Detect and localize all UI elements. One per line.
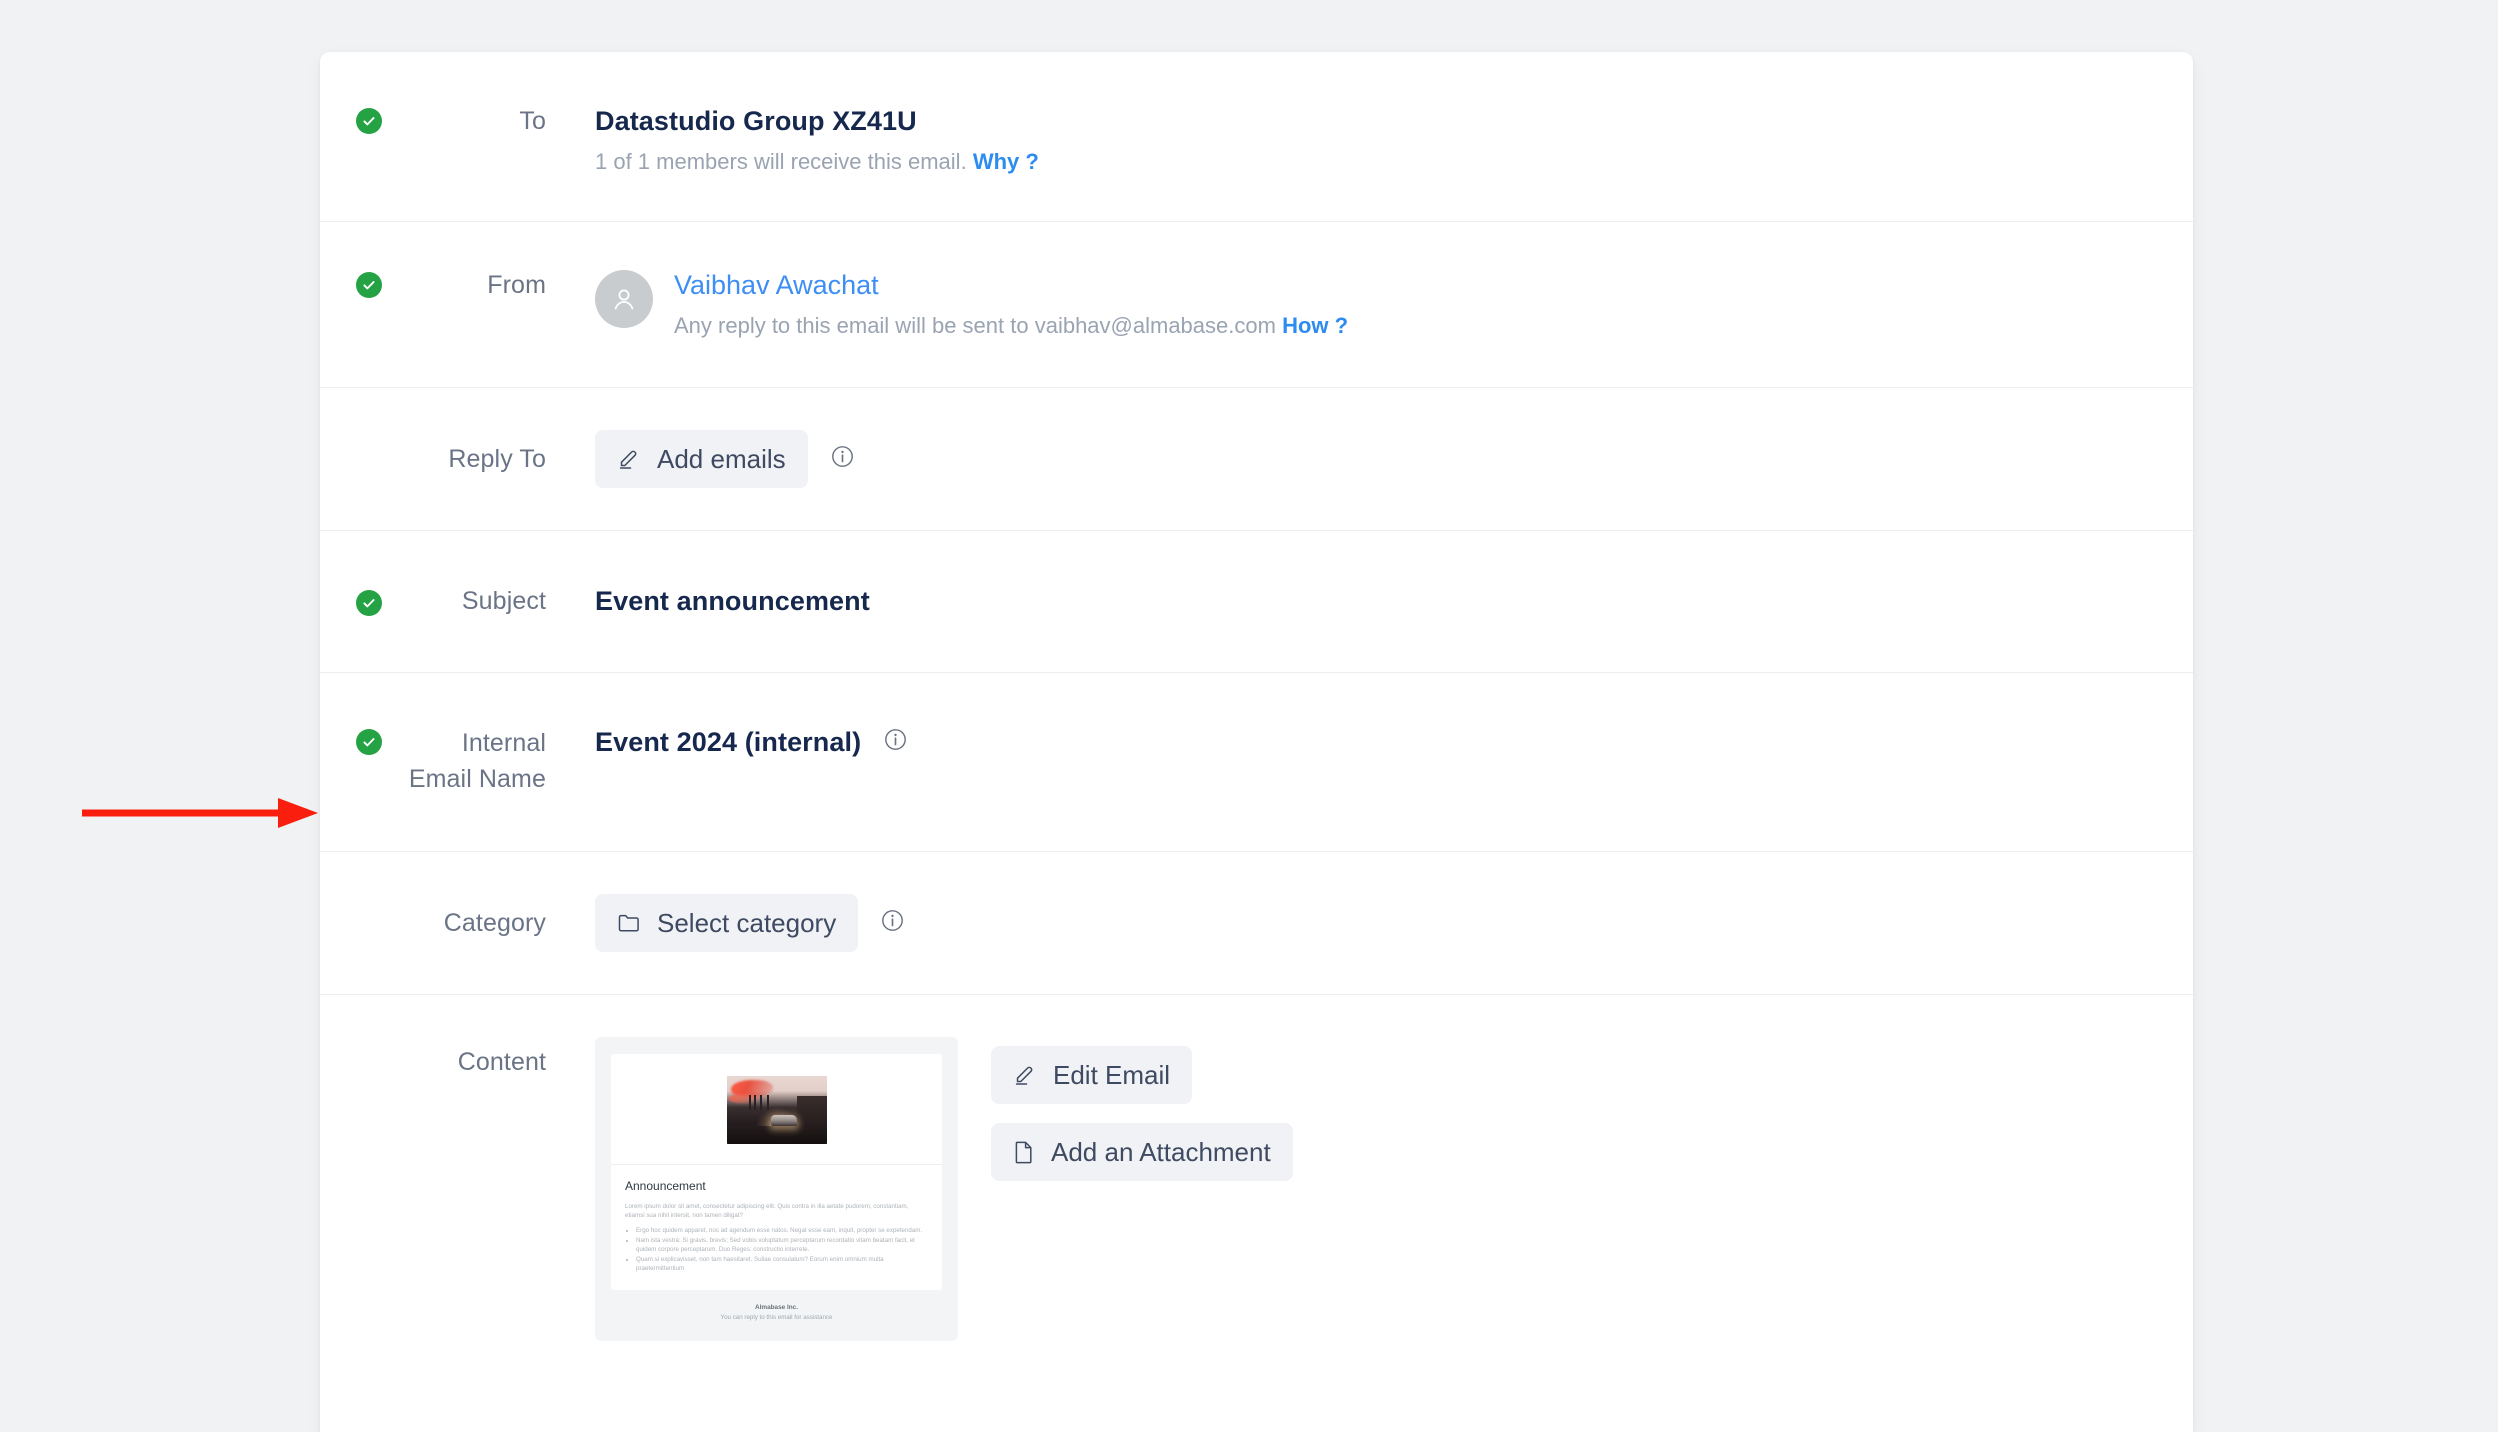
category-status	[320, 921, 382, 925]
category-body: Select category	[546, 894, 2193, 952]
check-icon	[356, 272, 382, 298]
info-icon[interactable]	[830, 444, 855, 474]
internal-email-name-label-line1: Internal	[461, 729, 546, 757]
folder-icon	[617, 912, 641, 934]
category-label: Category	[443, 909, 546, 937]
email-preview-body: Announcement Lorem ipsum dolor sit amet,…	[611, 1165, 942, 1290]
content-body: Announcement Lorem ipsum dolor sit amet,…	[546, 1037, 2193, 1341]
internal-email-name-label-line2: Email Name	[408, 765, 546, 793]
preview-footer-note: You can reply to this email for assistan…	[720, 1314, 833, 1321]
pencil-icon	[1013, 1063, 1037, 1087]
from-sender-name[interactable]: Vaibhav Awachat	[674, 268, 1348, 302]
to-why-link[interactable]: Why ?	[973, 149, 1039, 174]
list-item: Quam si explicavisset, non tam haesitare…	[636, 1255, 928, 1273]
internal-email-name-value: Event 2024 (internal)	[595, 727, 862, 757]
check-icon	[356, 108, 382, 134]
to-body: Datastudio Group XZ41U 1 of 1 members wi…	[546, 104, 2193, 177]
content-status	[320, 1037, 382, 1041]
row-to: To Datastudio Group XZ41U 1 of 1 members…	[320, 52, 2193, 222]
email-preview-thumbnail[interactable]: Announcement Lorem ipsum dolor sit amet,…	[595, 1037, 958, 1341]
info-icon[interactable]	[880, 908, 905, 938]
preview-bullet-list: Ergo hoc quidem apparet, nos ad agendum …	[625, 1226, 928, 1273]
content-label: Content	[457, 1048, 546, 1076]
internal-email-name-status	[320, 725, 382, 755]
street-at-dusk-photo	[726, 1076, 827, 1144]
from-status	[320, 268, 382, 298]
to-subtext: 1 of 1 members will receive this email. …	[595, 147, 2193, 177]
row-subject: Subject Event announcement	[320, 531, 2193, 673]
to-subtext-text: 1 of 1 members will receive this email.	[595, 149, 967, 174]
add-emails-label: Add emails	[657, 444, 786, 474]
to-group-name: Datastudio Group XZ41U	[595, 106, 917, 136]
list-item: Nam ista vestra: Si gravis, brevis; Sed …	[636, 1236, 928, 1254]
from-subtext: Any reply to this email will be sent to …	[674, 311, 1348, 341]
to-label: To	[519, 107, 546, 135]
add-attachment-button[interactable]: Add an Attachment	[991, 1123, 1293, 1181]
row-from: From Vaibhav Awachat Any reply to this e…	[320, 222, 2193, 388]
from-subtext-text: Any reply to this email will be sent to …	[674, 313, 1276, 338]
reply-to-status	[320, 457, 382, 461]
info-icon[interactable]	[883, 727, 908, 757]
email-preview-sheet: Announcement Lorem ipsum dolor sit amet,…	[611, 1054, 942, 1290]
from-how-link[interactable]: How ?	[1282, 313, 1348, 338]
edit-email-button[interactable]: Edit Email	[991, 1046, 1193, 1104]
internal-email-name-label: Internal Email Name	[382, 725, 546, 797]
edit-email-label: Edit Email	[1053, 1060, 1171, 1090]
check-icon	[356, 590, 382, 616]
from-body: Vaibhav Awachat Any reply to this email …	[546, 268, 2193, 341]
subject-status	[320, 586, 382, 616]
select-category-label: Select category	[657, 908, 837, 938]
row-internal-email-name: Internal Email Name Event 2024 (internal…	[320, 673, 2193, 852]
preview-heading: Announcement	[625, 1179, 706, 1193]
check-icon	[356, 729, 382, 755]
reply-to-body: Add emails	[546, 430, 2193, 488]
annotation-arrow	[82, 798, 318, 828]
row-category: Category Select category	[320, 852, 2193, 995]
user-avatar-icon	[595, 270, 653, 328]
add-emails-button[interactable]: Add emails	[595, 430, 808, 488]
email-preview-hero	[611, 1054, 942, 1165]
from-label: From	[487, 271, 546, 299]
internal-email-name-body: Event 2024 (internal)	[546, 725, 2193, 759]
to-status	[320, 104, 382, 134]
preview-paragraph: Lorem ipsum dolor sit amet, consectetur …	[625, 1203, 909, 1219]
email-review-card: To Datastudio Group XZ41U 1 of 1 members…	[320, 52, 2193, 1432]
list-item: Ergo hoc quidem apparet, nos ad agendum …	[636, 1226, 928, 1235]
file-icon	[1013, 1140, 1035, 1164]
subject-label: Subject	[461, 587, 546, 615]
reply-to-label: Reply To	[448, 445, 546, 473]
subject-value: Event announcement	[595, 586, 870, 616]
add-attachment-label: Add an Attachment	[1051, 1137, 1271, 1167]
row-content: Content Announcement Lorem ipsum dolor s…	[320, 995, 2193, 1381]
content-actions: Edit Email Add an Attachment	[991, 1037, 1293, 1181]
preview-footer-company: Almabase Inc.	[755, 1304, 798, 1311]
pencil-icon	[617, 447, 641, 471]
email-preview-footer: Almabase Inc. You can reply to this emai…	[611, 1290, 942, 1327]
row-reply-to: Reply To Add emails	[320, 388, 2193, 531]
subject-body: Event announcement	[546, 584, 2193, 618]
select-category-button[interactable]: Select category	[595, 894, 859, 952]
